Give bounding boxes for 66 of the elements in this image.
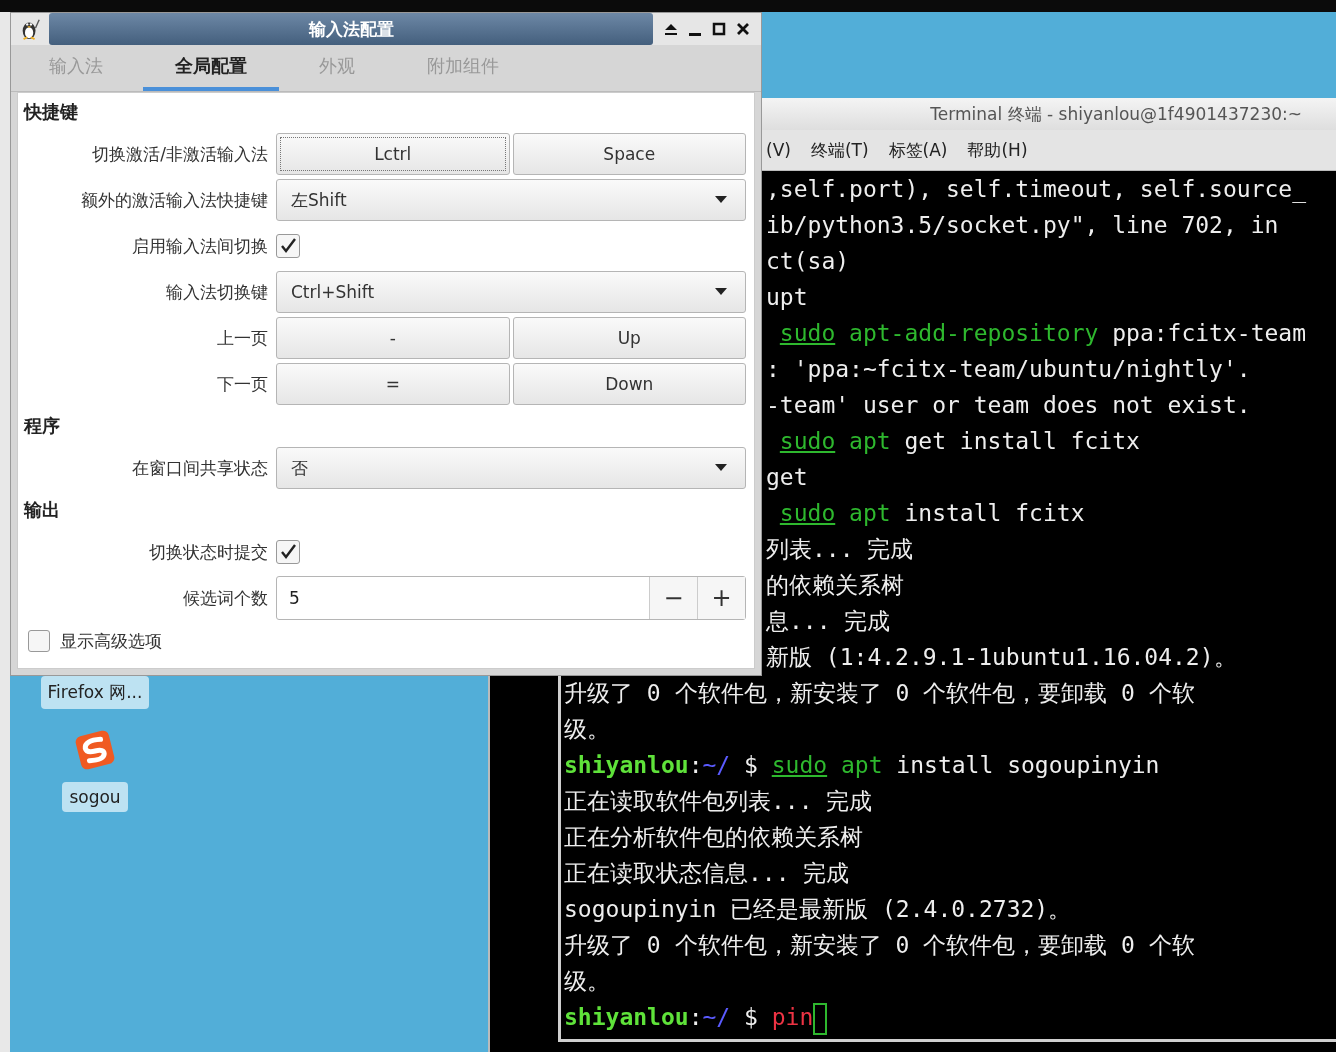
setting-label: 启用输入法间切换: [131, 234, 268, 258]
setting-label: 切换激活/非激活输入法: [91, 142, 268, 166]
shade-icon[interactable]: [663, 21, 679, 37]
spin-button[interactable]: +: [697, 577, 745, 619]
menu-item[interactable]: 终端(T): [810, 138, 869, 162]
menu-item[interactable]: 标签(A): [888, 138, 948, 162]
setting-label: 额外的激活输入法快捷键: [80, 188, 268, 212]
terminal-line: sudo apt-add-repository ppa:fcitx-team: [778, 319, 1307, 348]
setting-label: 候选词个数: [182, 586, 268, 610]
terminal-line: 正在分析软件包的依赖关系树: [564, 823, 863, 852]
dropdown[interactable]: 否: [276, 447, 746, 489]
terminal-line: : 'ppa:~fcitx-team/ubuntu/nightly'.: [766, 355, 1251, 384]
key-button[interactable]: Up: [512, 317, 746, 359]
terminal-line: sudo apt install fcitx: [778, 499, 1085, 528]
checkbox-label: 显示高级选项: [60, 629, 162, 653]
setting-label: 输入法切换键: [165, 280, 268, 304]
dropdown[interactable]: Ctrl+Shift: [276, 271, 746, 313]
dropdown[interactable]: 左Shift: [276, 179, 746, 221]
setting-label: 上一页: [216, 326, 268, 350]
menu-item[interactable]: 帮助(H): [967, 138, 1028, 162]
window-title: 输入法配置: [308, 17, 394, 41]
spin-button[interactable]: −: [649, 577, 697, 619]
close-icon[interactable]: [735, 21, 751, 37]
checkbox[interactable]: [276, 234, 300, 258]
terminal-line: 息... 完成: [766, 607, 891, 636]
terminal-line: 升级了 0 个软件包，新安装了 0 个软件包，要卸载 0 个软: [564, 931, 1195, 960]
section-heading: 输出: [24, 498, 61, 522]
caret-icon: [715, 464, 727, 472]
terminal-line: ct(sa): [766, 247, 850, 276]
number-field[interactable]: 5 − +: [276, 576, 746, 620]
setting-label: 切换状态时提交: [148, 540, 268, 564]
terminal-line: ib/python3.5/socket.py", line 702, in: [766, 211, 1279, 240]
caret-icon: [715, 196, 727, 204]
terminal-line: 级。: [564, 967, 610, 996]
terminal-line: sogoupinyin 已经是最新版 (2.4.0.2732)。: [564, 895, 1072, 924]
key-button[interactable]: -: [276, 317, 510, 359]
terminal-line: 正在读取软件包列表... 完成: [564, 787, 873, 816]
terminal-line: 正在读取状态信息... 完成: [564, 859, 850, 888]
menu-item[interactable]: (V): [766, 140, 791, 160]
terminal-line: 新版 (1:4.2.9.1-1ubuntu1.16.04.2)。: [766, 643, 1237, 672]
terminal-line: shiyanlou:~/ $ pin: [564, 999, 828, 1035]
terminal-line: get: [766, 463, 808, 492]
terminal-line: upt: [766, 283, 808, 312]
desktop-icon-label[interactable]: sogou: [62, 782, 128, 812]
caret-icon: [715, 288, 727, 296]
key-button[interactable]: Space: [512, 133, 746, 175]
terminal-line: shiyanlou:~/ $ sudo apt install sogoupinyin: [564, 751, 1160, 780]
key-button[interactable]: Down: [512, 363, 746, 405]
terminal-line: ,self.port), self.timeout, self.source_: [766, 175, 1307, 205]
terminal-line: 列表... 完成: [766, 535, 914, 564]
section-heading: 程序: [24, 414, 61, 438]
maximize-icon[interactable]: [711, 21, 727, 37]
setting-label: 下一页: [216, 372, 268, 396]
key-button[interactable]: Lctrl: [276, 133, 510, 175]
terminal-line: 的依赖关系树: [766, 571, 904, 600]
checkbox[interactable]: [28, 630, 50, 652]
checkbox[interactable]: [276, 540, 300, 564]
terminal-line: 升级了 0 个软件包，新安装了 0 个软件包，要卸载 0 个软: [564, 679, 1195, 708]
text-cursor: [813, 1002, 828, 1035]
section-heading: 快捷键: [24, 100, 79, 124]
key-button[interactable]: =: [276, 363, 510, 405]
setting-label: 在窗口间共享状态: [131, 456, 268, 480]
terminal-line: sudo apt get install fcitx: [778, 427, 1140, 456]
terminal-line: 级。: [564, 715, 610, 744]
terminal-line: -team' user or team does not exist.: [766, 391, 1251, 420]
desktop-icon-label[interactable]: Firefox 网...: [40, 676, 150, 709]
